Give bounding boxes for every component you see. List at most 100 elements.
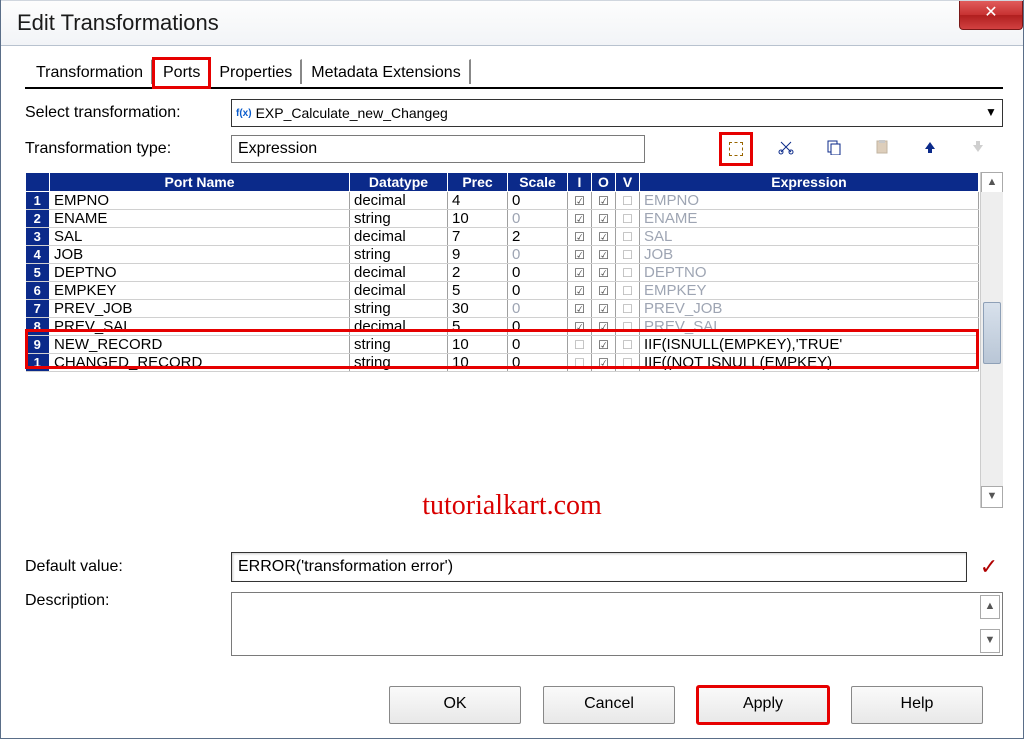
scroll-thumb[interactable] (983, 302, 1001, 364)
cell-portname[interactable]: ENAME (50, 210, 350, 228)
cell-prec[interactable]: 2 (448, 264, 508, 282)
checkbox-input-port[interactable] (568, 228, 592, 246)
table-row[interactable]: 1CHANGED_RECORDstring100IIF((NOT ISNULL(… (26, 354, 979, 372)
cell-expression[interactable]: DEPTNO (640, 264, 979, 282)
cell-scale[interactable]: 0 (508, 354, 568, 372)
checkbox-input-port[interactable] (568, 264, 592, 282)
cell-scale[interactable]: 2 (508, 228, 568, 246)
checkbox-input-port[interactable] (568, 246, 592, 264)
checkbox-variable-port[interactable] (616, 228, 640, 246)
tab-transformation[interactable]: Transformation (27, 59, 153, 84)
cell-prec[interactable]: 5 (448, 282, 508, 300)
copy-button[interactable] (823, 136, 845, 158)
checkbox-output-port[interactable] (592, 246, 616, 264)
tab-properties[interactable]: Properties (210, 59, 302, 84)
scroll-down-button[interactable]: ▼ (981, 486, 1003, 508)
cell-scale[interactable]: 0 (508, 210, 568, 228)
checkbox-variable-port[interactable] (616, 318, 640, 336)
checkbox-input-port[interactable] (568, 210, 592, 228)
grid-header-datatype[interactable]: Datatype (350, 173, 448, 192)
table-row[interactable]: 3SALdecimal72SAL (26, 228, 979, 246)
grid-header-o[interactable]: O (592, 173, 616, 192)
cell-expression[interactable]: PREV_JOB (640, 300, 979, 318)
cell-scale[interactable]: 0 (508, 282, 568, 300)
cell-portname[interactable]: DEPTNO (50, 264, 350, 282)
description-scrollbar[interactable]: ▲ ▼ (980, 595, 1000, 653)
table-row[interactable]: 5DEPTNOdecimal20DEPTNO (26, 264, 979, 282)
checkbox-variable-port[interactable] (616, 192, 640, 210)
ports-grid[interactable]: Port Name Datatype Prec Scale I O V Expr… (25, 172, 979, 372)
checkbox-variable-port[interactable] (616, 210, 640, 228)
checkbox-output-port[interactable] (592, 228, 616, 246)
desc-scroll-up[interactable]: ▲ (980, 595, 1000, 619)
checkbox-output-port[interactable] (592, 336, 616, 354)
cell-expression[interactable]: PREV_SAL (640, 318, 979, 336)
checkbox-input-port[interactable] (568, 192, 592, 210)
grid-header-i[interactable]: I (568, 173, 592, 192)
checkbox-variable-port[interactable] (616, 300, 640, 318)
grid-header-expression[interactable]: Expression (640, 173, 979, 192)
checkbox-variable-port[interactable] (616, 282, 640, 300)
grid-header-v[interactable]: V (616, 173, 640, 192)
cell-scale[interactable]: 0 (508, 318, 568, 336)
close-button[interactable]: ✕ (959, 1, 1023, 30)
table-row[interactable]: 1EMPNOdecimal40EMPNO (26, 192, 979, 210)
grid-header-portname[interactable]: Port Name (50, 173, 350, 192)
table-row[interactable]: 2ENAMEstring100ENAME (26, 210, 979, 228)
new-port-button[interactable] (723, 136, 749, 162)
checkbox-input-port[interactable] (568, 300, 592, 318)
cell-prec[interactable]: 30 (448, 300, 508, 318)
table-row[interactable]: 9NEW_RECORDstring100IIF(ISNULL(EMPKEY),'… (26, 336, 979, 354)
cell-datatype[interactable]: string (350, 246, 448, 264)
cell-prec[interactable]: 5 (448, 318, 508, 336)
table-row[interactable]: 6EMPKEYdecimal50EMPKEY (26, 282, 979, 300)
checkbox-input-port[interactable] (568, 354, 592, 372)
cell-datatype[interactable]: string (350, 210, 448, 228)
table-row[interactable]: 7PREV_JOBstring300PREV_JOB (26, 300, 979, 318)
cell-scale[interactable]: 0 (508, 192, 568, 210)
table-row[interactable]: 4JOBstring90JOB (26, 246, 979, 264)
cell-portname[interactable]: JOB (50, 246, 350, 264)
apply-button[interactable]: Apply (697, 686, 829, 724)
grid-scrollbar[interactable]: ▲ ▼ (980, 172, 1003, 508)
cell-portname[interactable]: CHANGED_RECORD (50, 354, 350, 372)
cell-datatype[interactable]: string (350, 336, 448, 354)
checkbox-variable-port[interactable] (616, 354, 640, 372)
cell-portname[interactable]: PREV_SAL (50, 318, 350, 336)
cell-scale[interactable]: 0 (508, 246, 568, 264)
checkbox-variable-port[interactable] (616, 246, 640, 264)
cell-expression[interactable]: EMPKEY (640, 282, 979, 300)
checkbox-variable-port[interactable] (616, 264, 640, 282)
table-row[interactable]: 8PREV_SALdecimal50PREV_SAL (26, 318, 979, 336)
cell-prec[interactable]: 10 (448, 336, 508, 354)
cell-portname[interactable]: EMPNO (50, 192, 350, 210)
cell-scale[interactable]: 0 (508, 336, 568, 354)
cancel-button[interactable]: Cancel (543, 686, 675, 724)
checkbox-input-port[interactable] (568, 282, 592, 300)
checkbox-output-port[interactable] (592, 264, 616, 282)
cell-portname[interactable]: EMPKEY (50, 282, 350, 300)
cut-button[interactable] (775, 136, 797, 158)
cell-datatype[interactable]: decimal (350, 192, 448, 210)
checkbox-output-port[interactable] (592, 300, 616, 318)
cell-expression[interactable]: ENAME (640, 210, 979, 228)
scroll-up-button[interactable]: ▲ (981, 172, 1003, 194)
cell-portname[interactable]: SAL (50, 228, 350, 246)
default-value-input[interactable]: ERROR('transformation error') (231, 552, 967, 582)
ok-button[interactable]: OK (389, 686, 521, 724)
tab-ports[interactable]: Ports (153, 58, 210, 88)
grid-header-scale[interactable]: Scale (508, 173, 568, 192)
cell-datatype[interactable]: decimal (350, 282, 448, 300)
cell-prec[interactable]: 4 (448, 192, 508, 210)
checkbox-output-port[interactable] (592, 354, 616, 372)
help-button[interactable]: Help (851, 686, 983, 724)
validate-button[interactable]: ✓ (975, 554, 1003, 580)
cell-datatype[interactable]: string (350, 354, 448, 372)
cell-portname[interactable]: NEW_RECORD (50, 336, 350, 354)
cell-scale[interactable]: 0 (508, 300, 568, 318)
cell-datatype[interactable]: string (350, 300, 448, 318)
grid-header-prec[interactable]: Prec (448, 173, 508, 192)
cell-prec[interactable]: 10 (448, 354, 508, 372)
move-up-button[interactable] (919, 136, 941, 158)
cell-datatype[interactable]: decimal (350, 228, 448, 246)
